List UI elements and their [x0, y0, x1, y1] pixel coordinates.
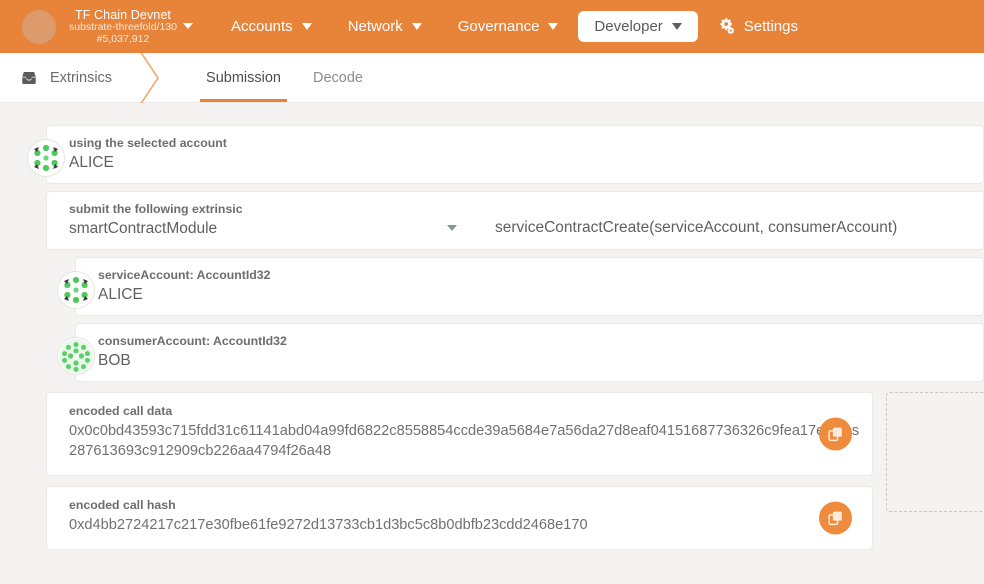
identicon-avatar: [57, 271, 95, 309]
identicon-avatar: [57, 337, 95, 375]
param-label: consumerAccount: AccountId32: [98, 334, 969, 348]
chain-endpoint: substrate-threefold/130: [69, 22, 177, 34]
copy-call-data-button[interactable]: [819, 417, 852, 450]
nav-item-accounts[interactable]: Accounts: [215, 11, 328, 42]
param-value: ALICE: [98, 286, 969, 304]
param-value: BOB: [98, 352, 969, 370]
param-card[interactable]: consumerAccount: AccountId32 BOB: [75, 323, 984, 382]
nav-item-governance[interactable]: Governance: [442, 11, 575, 42]
chevron-down-icon: [672, 23, 682, 30]
encoded-call-hash-card: encoded call hash 0xd4bb2724217c217e30fb…: [46, 486, 873, 550]
chain-avatar: [22, 10, 56, 44]
nav-item-label: Developer: [594, 18, 662, 35]
copy-icon: [828, 510, 843, 525]
extrinsic-label: submit the following extrinsic: [69, 202, 463, 216]
breadcrumb-separator: [126, 53, 168, 102]
encoded-column: encoded call data 0x0c0bd43593c715fdd31c…: [46, 392, 873, 560]
copy-call-hash-button[interactable]: [819, 501, 852, 534]
account-value: ALICE: [69, 154, 969, 172]
account-label: using the selected account: [69, 136, 969, 150]
encoded-call-hash-label: encoded call hash: [69, 498, 872, 512]
extrinsic-row: submit the following extrinsic smartCont…: [0, 191, 984, 250]
main-nav: Accounts Network Governance Developer: [215, 0, 818, 53]
tab-label: Decode: [313, 70, 363, 86]
nav-item-label: Network: [348, 18, 403, 35]
param-card[interactable]: serviceAccount: AccountId32 ALICE: [75, 257, 984, 316]
chevron-down-icon: [302, 23, 312, 30]
nav-item-settings[interactable]: Settings: [702, 10, 814, 44]
encoding-details-title: encoding deta: [901, 405, 984, 419]
param-row-service-account: serviceAccount: AccountId32 ALICE: [0, 257, 984, 316]
method-select[interactable]: serviceContractCreate(serviceAccount, co…: [477, 192, 983, 249]
tab-decode[interactable]: Decode: [297, 53, 379, 102]
encoding-detail-row: servicea: [901, 450, 984, 464]
nav-item-label: Accounts: [231, 18, 293, 35]
encoded-call-data-label: encoded call data: [69, 404, 872, 418]
chain-name: TF Chain Devnet: [69, 8, 177, 22]
encoded-call-data-card: encoded call data 0x0c0bd43593c715fdd31c…: [46, 392, 873, 476]
breadcrumb-label: Extrinsics: [50, 70, 112, 86]
nav-item-label: Governance: [458, 18, 540, 35]
nav-item-label: Settings: [744, 18, 798, 35]
nav-item-developer[interactable]: Developer: [578, 11, 697, 42]
breadcrumb: Extrinsics: [0, 53, 126, 102]
chevron-down-icon: [447, 225, 457, 231]
chain-block-number: #5,037,912: [69, 34, 177, 46]
param-row-consumer-account: consumerAccount: AccountId32 BOB: [0, 323, 984, 382]
account-card[interactable]: using the selected account ALICE: [46, 125, 984, 184]
gear-icon: [718, 17, 735, 37]
top-navigation-bar: TF Chain Devnet substrate-threefold/130 …: [0, 0, 984, 53]
extrinsic-card: submit the following extrinsic smartCont…: [46, 191, 984, 250]
chevron-down-icon: [548, 23, 558, 30]
inbox-icon: [20, 69, 38, 87]
tab-submission[interactable]: Submission: [190, 53, 297, 102]
tab-list: Submission Decode: [190, 53, 379, 102]
chain-selector[interactable]: TF Chain Devnet substrate-threefold/130 …: [69, 8, 193, 46]
encoding-detail-row: consumera: [901, 472, 984, 486]
tab-label: Submission: [206, 70, 281, 86]
method-value: serviceContractCreate(serviceAccount, co…: [495, 219, 897, 237]
encoded-call-data-value: 0x0c0bd43593c715fdd31c61141abd04a99fd682…: [69, 422, 872, 462]
copy-icon: [828, 426, 843, 441]
chevron-down-icon: [183, 23, 193, 29]
module-value: smartContractModule: [69, 220, 463, 238]
tab-bar: Extrinsics Submission Decode: [0, 53, 984, 103]
chevron-down-icon: [412, 23, 422, 30]
identicon-avatar: [27, 139, 65, 177]
encoded-call-hash-value: 0xd4bb2724217c217e30fbe61fe9272d13733cb1…: [69, 516, 872, 536]
encoded-section: encoded call data 0x0c0bd43593c715fdd31c…: [0, 392, 984, 560]
account-row: using the selected account ALICE: [0, 125, 984, 184]
param-label: serviceAccount: AccountId32: [98, 268, 969, 282]
extrinsics-form: using the selected account ALICE submit …: [0, 103, 984, 560]
encoding-details-panel: encoding deta ca servicea consumera: [886, 392, 984, 512]
module-select[interactable]: submit the following extrinsic smartCont…: [47, 192, 477, 249]
nav-item-network[interactable]: Network: [332, 11, 438, 42]
encoding-detail-row: ca: [901, 428, 984, 442]
